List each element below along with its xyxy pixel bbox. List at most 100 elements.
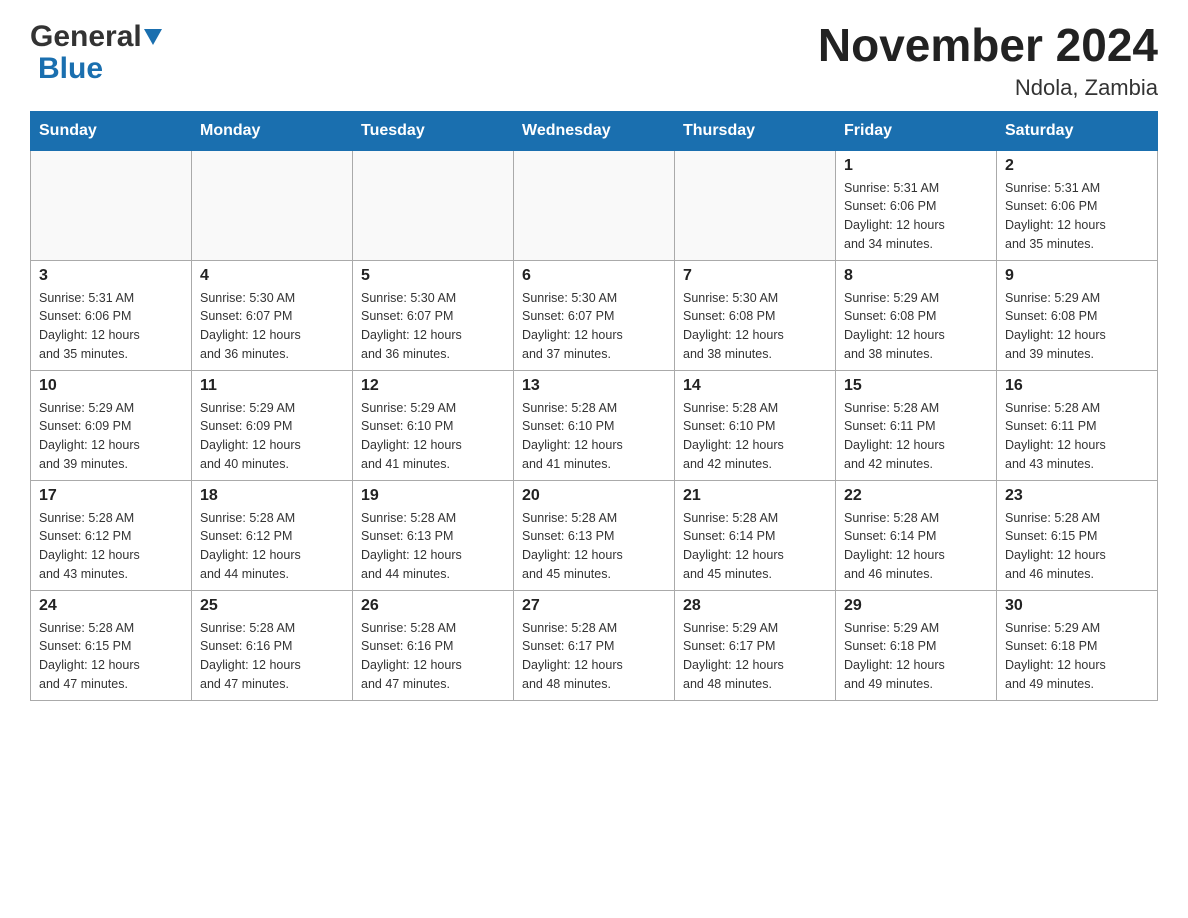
day-number: 3 xyxy=(39,267,183,285)
calendar-cell: 18 Sunrise: 5:28 AMSunset: 6:12 PMDayligh… xyxy=(192,480,353,590)
day-number: 9 xyxy=(1005,267,1149,285)
day-number: 4 xyxy=(200,267,344,285)
calendar-cell: 7Sunrise: 5:30 AMSunset: 6:08 PMDaylight… xyxy=(675,260,836,370)
calendar-cell xyxy=(514,150,675,260)
calendar-cell: 1 Sunrise: 5:31 AMSunset: 6:06 PMDaylight… xyxy=(836,150,997,260)
calendar-cell: 14 Sunrise: 5:28 AMSunset: 6:10 PMDayligh… xyxy=(675,370,836,480)
day-info: Sunrise: 5:28 AMSunset: 6:14 PMDaylight:… xyxy=(844,509,988,584)
calendar-cell: 23Sunrise: 5:28 AMSunset: 6:15 PMDayligh… xyxy=(997,480,1158,590)
week-row-1: 1 Sunrise: 5:31 AMSunset: 6:06 PMDaylight… xyxy=(31,150,1158,260)
day-number: 20 xyxy=(522,487,666,505)
day-number: 22 xyxy=(844,487,988,505)
calendar-cell: 20 Sunrise: 5:28 AMSunset: 6:13 PMDayligh… xyxy=(514,480,675,590)
day-info: Sunrise: 5:28 AMSunset: 6:12 PMDaylight:… xyxy=(200,509,344,584)
day-info: Sunrise: 5:28 AMSunset: 6:16 PMDaylight:… xyxy=(361,619,505,694)
calendar-cell: 26 Sunrise: 5:28 AMSunset: 6:16 PMDayligh… xyxy=(353,590,514,700)
location-subtitle: Ndola, Zambia xyxy=(818,75,1158,101)
day-number: 17 xyxy=(39,487,183,505)
calendar-cell: 12 Sunrise: 5:29 AMSunset: 6:10 PMDayligh… xyxy=(353,370,514,480)
calendar-header-row: SundayMondayTuesdayWednesdayThursdayFrid… xyxy=(31,111,1158,150)
day-number: 24 xyxy=(39,597,183,615)
day-info: Sunrise: 5:28 AMSunset: 6:14 PMDaylight:… xyxy=(683,509,827,584)
day-number: 12 xyxy=(361,377,505,395)
calendar-cell: 19 Sunrise: 5:28 AMSunset: 6:13 PMDayligh… xyxy=(353,480,514,590)
calendar-cell: 16Sunrise: 5:28 AMSunset: 6:11 PMDayligh… xyxy=(997,370,1158,480)
calendar-table: SundayMondayTuesdayWednesdayThursdayFrid… xyxy=(30,111,1158,701)
day-number: 28 xyxy=(683,597,827,615)
day-number: 2 xyxy=(1005,157,1149,175)
calendar-cell: 8 Sunrise: 5:29 AMSunset: 6:08 PMDaylight… xyxy=(836,260,997,370)
weekday-header-tuesday: Tuesday xyxy=(353,111,514,150)
calendar-cell: 4Sunrise: 5:30 AMSunset: 6:07 PMDaylight… xyxy=(192,260,353,370)
day-number: 14 xyxy=(683,377,827,395)
weekday-header-wednesday: Wednesday xyxy=(514,111,675,150)
day-info: Sunrise: 5:30 AMSunset: 6:07 PMDaylight:… xyxy=(522,289,666,364)
calendar-cell: 29 Sunrise: 5:29 AMSunset: 6:18 PMDayligh… xyxy=(836,590,997,700)
week-row-2: 3Sunrise: 5:31 AMSunset: 6:06 PMDaylight… xyxy=(31,260,1158,370)
day-info: Sunrise: 5:28 AMSunset: 6:10 PMDaylight:… xyxy=(522,399,666,474)
calendar-cell: 13Sunrise: 5:28 AMSunset: 6:10 PMDayligh… xyxy=(514,370,675,480)
calendar-cell: 15 Sunrise: 5:28 AMSunset: 6:11 PMDayligh… xyxy=(836,370,997,480)
page-header: General Blue November 2024 Ndola, Zambia xyxy=(30,20,1158,101)
logo: General Blue xyxy=(30,20,162,86)
weekday-header-sunday: Sunday xyxy=(31,111,192,150)
day-number: 30 xyxy=(1005,597,1149,615)
day-info: Sunrise: 5:29 AMSunset: 6:09 PMDaylight:… xyxy=(39,399,183,474)
day-number: 15 xyxy=(844,377,988,395)
logo-arrow-icon xyxy=(144,29,162,50)
logo-blue: Blue xyxy=(38,52,103,85)
calendar-cell: 6 Sunrise: 5:30 AMSunset: 6:07 PMDaylight… xyxy=(514,260,675,370)
week-row-5: 24Sunrise: 5:28 AMSunset: 6:15 PMDayligh… xyxy=(31,590,1158,700)
day-info: Sunrise: 5:29 AMSunset: 6:08 PMDaylight:… xyxy=(1005,289,1149,364)
day-info: Sunrise: 5:29 AMSunset: 6:18 PMDaylight:… xyxy=(844,619,988,694)
calendar-cell xyxy=(353,150,514,260)
day-number: 7 xyxy=(683,267,827,285)
day-info: Sunrise: 5:28 AMSunset: 6:11 PMDaylight:… xyxy=(1005,399,1149,474)
day-number: 1 xyxy=(844,157,988,175)
day-number: 21 xyxy=(683,487,827,505)
day-number: 11 xyxy=(200,377,344,395)
day-info: Sunrise: 5:28 AMSunset: 6:10 PMDaylight:… xyxy=(683,399,827,474)
month-year-title: November 2024 xyxy=(818,20,1158,71)
weekday-header-friday: Friday xyxy=(836,111,997,150)
logo-general: General xyxy=(30,20,142,54)
day-info: Sunrise: 5:28 AMSunset: 6:12 PMDaylight:… xyxy=(39,509,183,584)
day-number: 25 xyxy=(200,597,344,615)
calendar-cell: 22 Sunrise: 5:28 AMSunset: 6:14 PMDayligh… xyxy=(836,480,997,590)
calendar-cell xyxy=(192,150,353,260)
day-info: Sunrise: 5:29 AMSunset: 6:17 PMDaylight:… xyxy=(683,619,827,694)
day-info: Sunrise: 5:28 AMSunset: 6:13 PMDaylight:… xyxy=(522,509,666,584)
day-number: 29 xyxy=(844,597,988,615)
day-number: 6 xyxy=(522,267,666,285)
day-info: Sunrise: 5:29 AMSunset: 6:10 PMDaylight:… xyxy=(361,399,505,474)
day-info: Sunrise: 5:29 AMSunset: 6:08 PMDaylight:… xyxy=(844,289,988,364)
calendar-cell: 30 Sunrise: 5:29 AMSunset: 6:18 PMDayligh… xyxy=(997,590,1158,700)
calendar-cell: 3Sunrise: 5:31 AMSunset: 6:06 PMDaylight… xyxy=(31,260,192,370)
calendar-cell: 27 Sunrise: 5:28 AMSunset: 6:17 PMDayligh… xyxy=(514,590,675,700)
weekday-header-saturday: Saturday xyxy=(997,111,1158,150)
day-info: Sunrise: 5:28 AMSunset: 6:13 PMDaylight:… xyxy=(361,509,505,584)
calendar-cell: 11 Sunrise: 5:29 AMSunset: 6:09 PMDayligh… xyxy=(192,370,353,480)
weekday-header-monday: Monday xyxy=(192,111,353,150)
week-row-4: 17 Sunrise: 5:28 AMSunset: 6:12 PMDayligh… xyxy=(31,480,1158,590)
day-number: 8 xyxy=(844,267,988,285)
calendar-cell xyxy=(31,150,192,260)
calendar-cell: 9 Sunrise: 5:29 AMSunset: 6:08 PMDaylight… xyxy=(997,260,1158,370)
day-number: 27 xyxy=(522,597,666,615)
day-info: Sunrise: 5:28 AMSunset: 6:11 PMDaylight:… xyxy=(844,399,988,474)
day-info: Sunrise: 5:29 AMSunset: 6:18 PMDaylight:… xyxy=(1005,619,1149,694)
day-info: Sunrise: 5:31 AMSunset: 6:06 PMDaylight:… xyxy=(844,179,988,254)
day-info: Sunrise: 5:28 AMSunset: 6:15 PMDaylight:… xyxy=(1005,509,1149,584)
day-info: Sunrise: 5:28 AMSunset: 6:16 PMDaylight:… xyxy=(200,619,344,694)
calendar-cell: 25 Sunrise: 5:28 AMSunset: 6:16 PMDayligh… xyxy=(192,590,353,700)
day-number: 18 xyxy=(200,487,344,505)
day-number: 26 xyxy=(361,597,505,615)
day-info: Sunrise: 5:31 AMSunset: 6:06 PMDaylight:… xyxy=(1005,179,1149,254)
calendar-cell: 10Sunrise: 5:29 AMSunset: 6:09 PMDayligh… xyxy=(31,370,192,480)
day-info: Sunrise: 5:28 AMSunset: 6:17 PMDaylight:… xyxy=(522,619,666,694)
calendar-cell: 21 Sunrise: 5:28 AMSunset: 6:14 PMDayligh… xyxy=(675,480,836,590)
weekday-header-thursday: Thursday xyxy=(675,111,836,150)
calendar-cell: 5Sunrise: 5:30 AMSunset: 6:07 PMDaylight… xyxy=(353,260,514,370)
day-info: Sunrise: 5:29 AMSunset: 6:09 PMDaylight:… xyxy=(200,399,344,474)
day-number: 19 xyxy=(361,487,505,505)
